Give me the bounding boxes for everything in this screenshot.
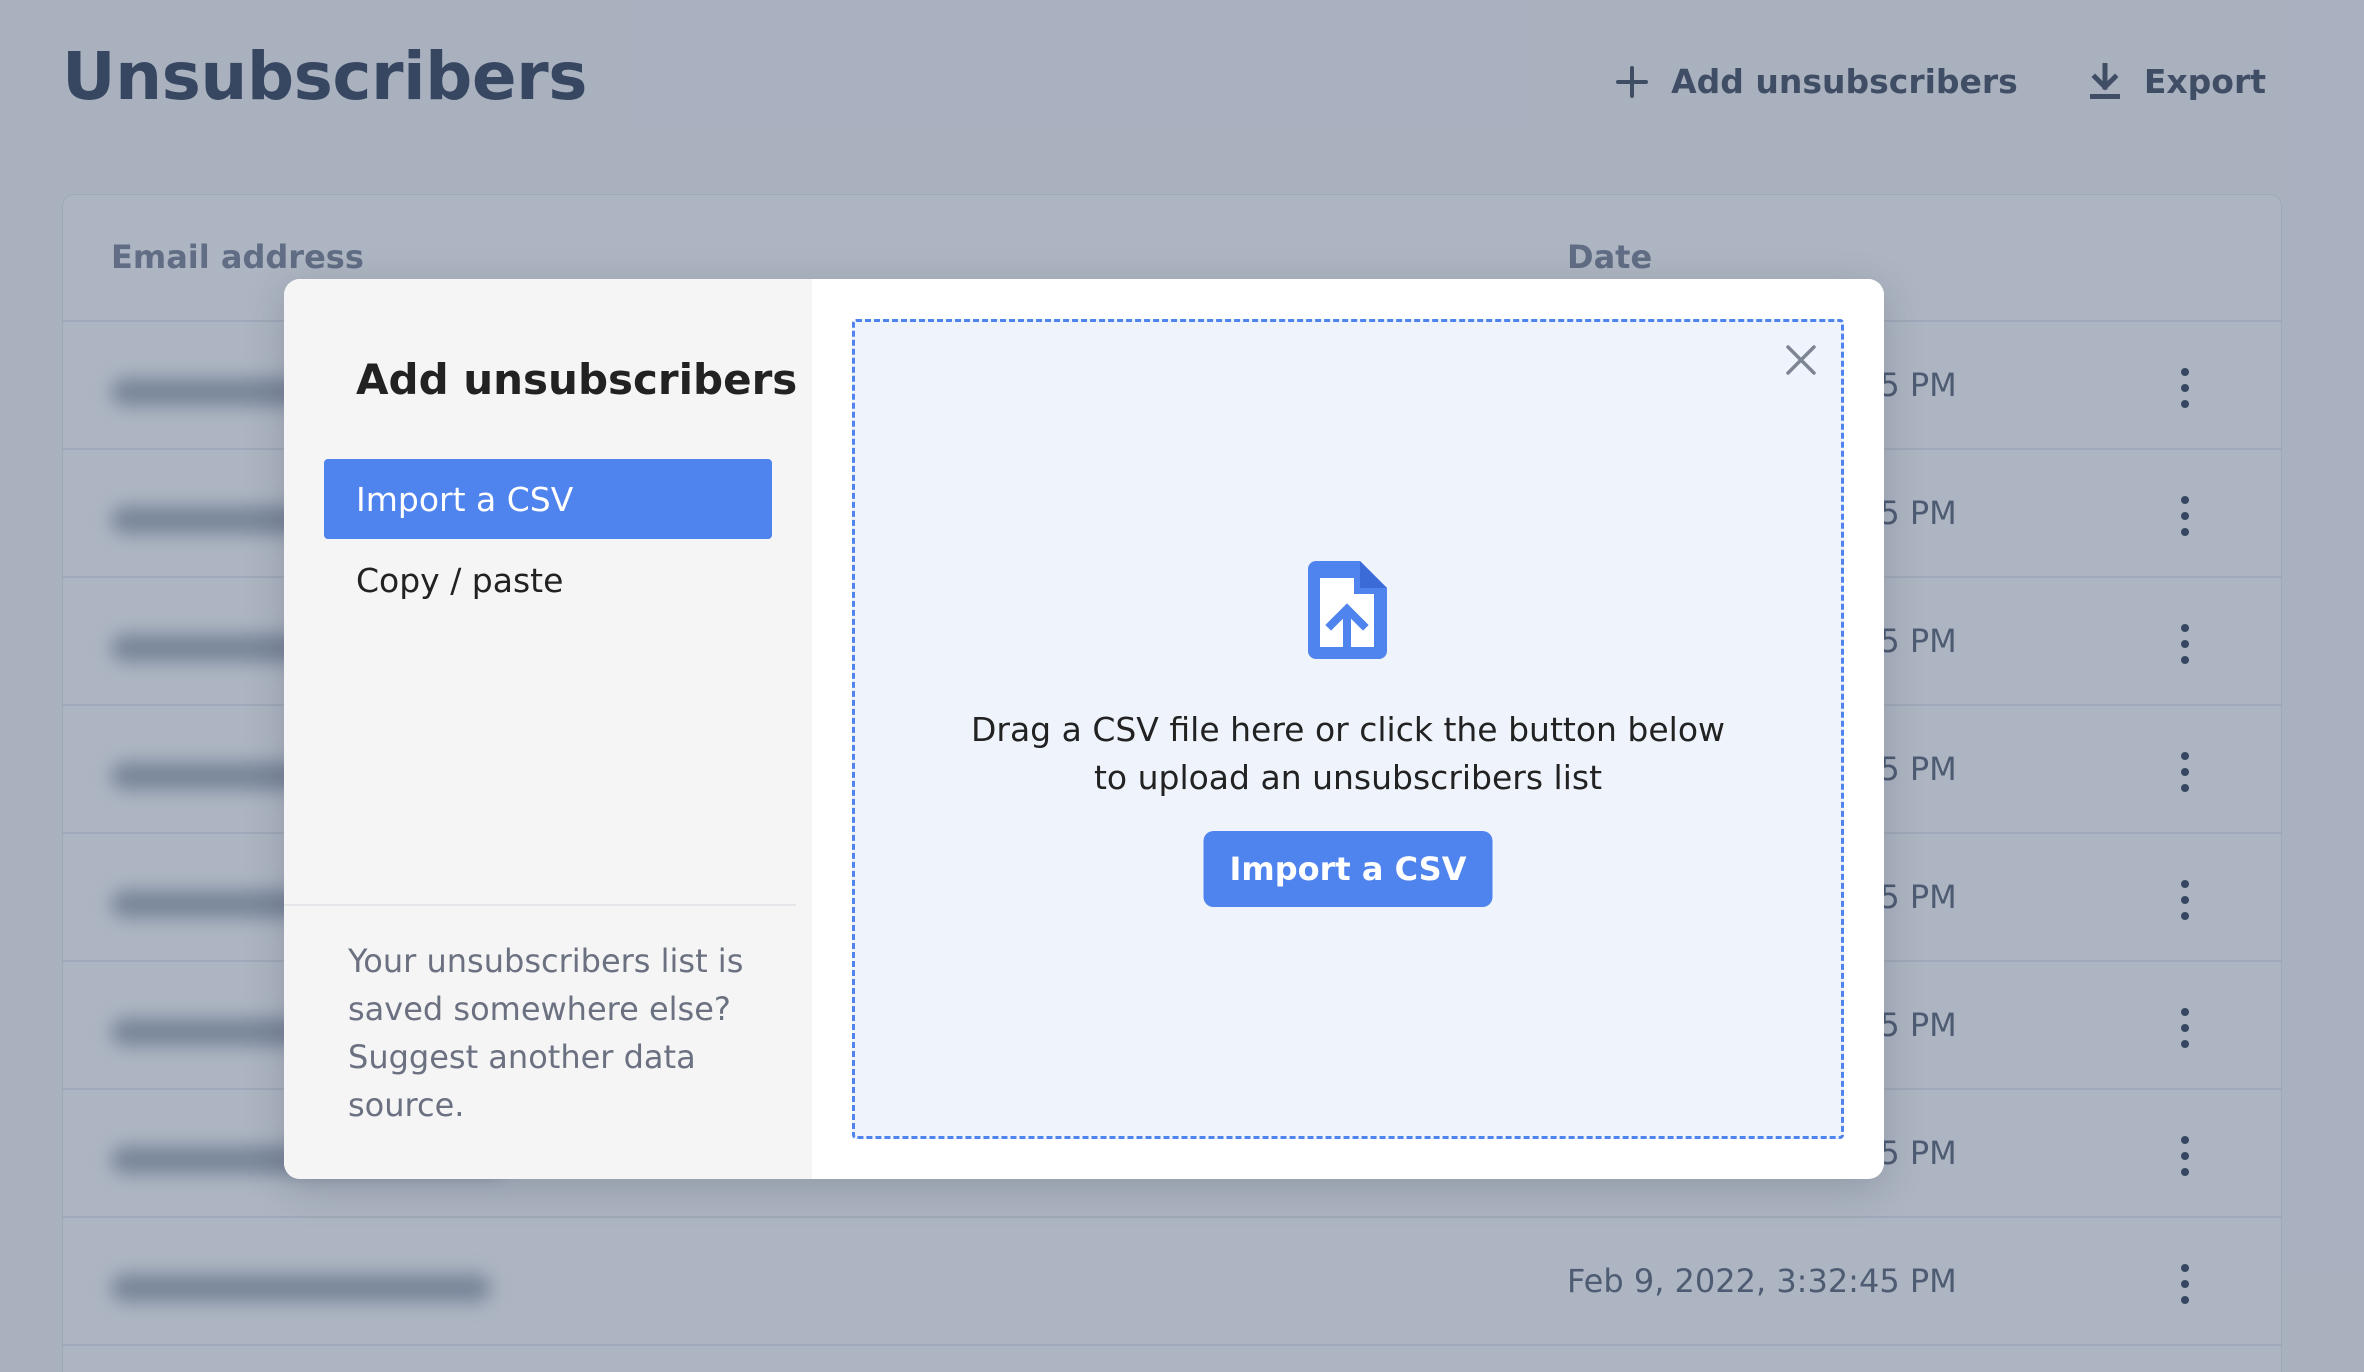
dropzone-text-line2: to upload an unsubscribers list	[1093, 758, 1603, 797]
dropzone-text-line1: Drag a CSV file here or click the button…	[970, 710, 1726, 749]
import-csv-button[interactable]: Import a CSV	[1203, 831, 1493, 907]
modal-sidebar: Add unsubscribers Import a CSV Copy / pa…	[284, 279, 812, 1179]
sidebar-divider	[284, 904, 796, 906]
nav-item-copy-paste[interactable]: Copy / paste	[324, 540, 772, 620]
suggest-data-source-link[interactable]: Your unsubscribers list is saved somewhe…	[348, 937, 748, 1129]
close-icon	[1784, 343, 1818, 381]
file-upload-icon	[1306, 558, 1390, 662]
modal-content: Drag a CSV file here or click the button…	[812, 279, 1884, 1179]
modal-title: Add unsubscribers	[356, 355, 798, 404]
nav-item-import-csv[interactable]: Import a CSV	[324, 459, 772, 539]
csv-dropzone[interactable]: Drag a CSV file here or click the button…	[852, 319, 1844, 1139]
dropzone-instructions: Drag a CSV file here or click the button…	[855, 706, 1841, 802]
close-button[interactable]	[1761, 322, 1841, 402]
add-unsubscribers-modal: Add unsubscribers Import a CSV Copy / pa…	[284, 279, 1884, 1179]
